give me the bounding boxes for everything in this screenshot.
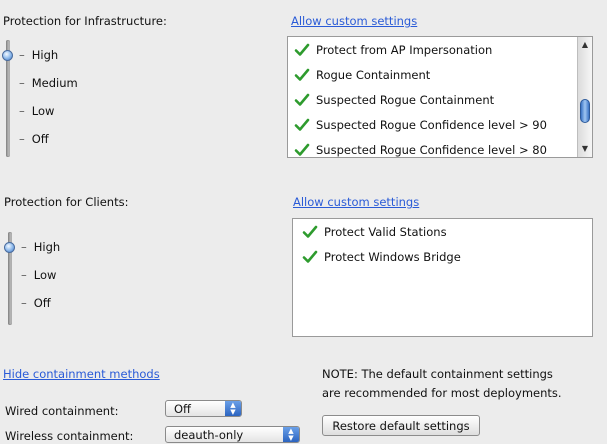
scroll-thumb[interactable] (580, 99, 590, 123)
wireless-containment-label: Wireless containment: (5, 429, 134, 443)
note-line-2: are recommended for most deployments. (322, 386, 562, 400)
level-off[interactable]: – Off (21, 296, 51, 310)
select-arrows-icon: ▲ ▼ (283, 427, 299, 442)
list-item[interactable]: Suspected Rogue Confidence level > 90 (294, 112, 547, 137)
checkmark-icon (294, 92, 310, 108)
checkmark-icon (294, 67, 310, 83)
note-line-1: NOTE: The default containment settings (322, 367, 553, 381)
hide-containment-methods-link[interactable]: Hide containment methods (3, 367, 160, 381)
infrastructure-protections-list[interactable]: Protect from AP Impersonation Rogue Cont… (287, 36, 593, 158)
slider-knob[interactable] (2, 50, 13, 61)
wireless-containment-select[interactable]: deauth-only ▲ ▼ (165, 426, 300, 443)
infrastructure-title: Protection for Infrastructure: (3, 14, 167, 28)
list-item[interactable]: Suspected Rogue Confidence level > 80 (294, 137, 547, 158)
wired-containment-label: Wired containment: (5, 404, 119, 418)
clients-protections-list[interactable]: Protect Valid Stations Protect Windows B… (292, 218, 593, 337)
wired-containment-value: Off (174, 401, 191, 416)
clients-title: Protection for Clients: (4, 195, 129, 209)
restore-default-settings-button[interactable]: Restore default settings (322, 415, 480, 436)
level-medium[interactable]: – Medium (19, 76, 78, 90)
infrastructure-custom-settings-link[interactable]: Allow custom settings (291, 14, 417, 28)
list-scrollbar[interactable]: ▲ ▼ (577, 37, 592, 157)
infrastructure-level-slider[interactable]: – High – Medium – Low – Off (2, 40, 78, 157)
checkmark-icon (294, 142, 310, 158)
slider-knob[interactable] (4, 242, 15, 253)
level-high[interactable]: – High (19, 48, 58, 62)
list-item[interactable]: Suspected Rogue Containment (294, 87, 494, 112)
list-item[interactable]: Protect Valid Stations (302, 219, 447, 244)
wired-containment-select[interactable]: Off ▲ ▼ (165, 400, 242, 417)
select-arrows-icon: ▲ ▼ (225, 401, 241, 416)
checkmark-icon (302, 249, 318, 265)
clients-level-slider[interactable]: – High – Low – Off (4, 232, 60, 325)
clients-custom-settings-link[interactable]: Allow custom settings (293, 195, 419, 209)
list-item[interactable]: Protect from AP Impersonation (294, 37, 492, 62)
checkmark-icon (302, 224, 318, 240)
checkmark-icon (294, 117, 310, 133)
level-off[interactable]: – Off (19, 132, 49, 146)
scroll-up-arrow-icon[interactable]: ▲ (578, 39, 592, 51)
wireless-containment-value: deauth-only (174, 427, 244, 442)
level-high[interactable]: – High (21, 240, 60, 254)
checkmark-icon (294, 42, 310, 58)
scroll-down-arrow-icon[interactable]: ▼ (578, 143, 592, 155)
list-item[interactable]: Rogue Containment (294, 62, 430, 87)
level-low[interactable]: – Low (21, 268, 56, 282)
list-item[interactable]: Protect Windows Bridge (302, 244, 461, 269)
level-low[interactable]: – Low (19, 104, 54, 118)
